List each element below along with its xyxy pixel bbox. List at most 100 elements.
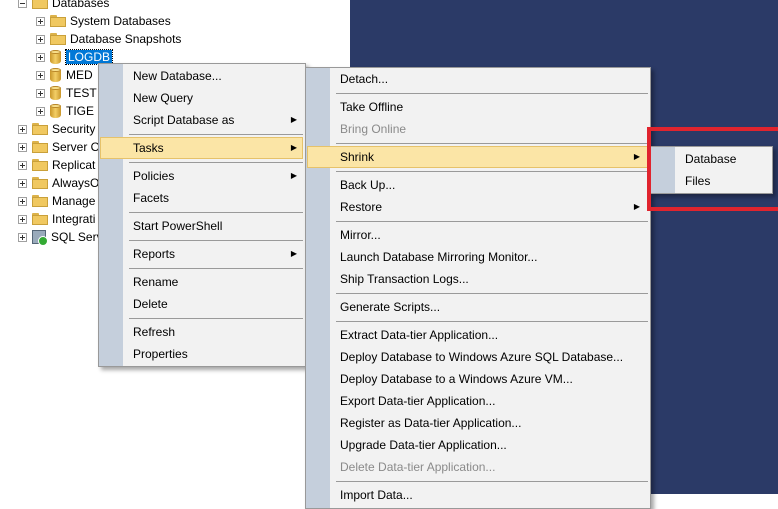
menu-item-register-data-tier[interactable]: Register as Data-tier Application... [340,412,521,434]
database-icon [50,68,61,82]
menu-item-extract-data-tier[interactable]: Extract Data-tier Application... [340,324,498,346]
menu-item-launch-mirroring-monitor[interactable]: Launch Database Mirroring Monitor... [340,246,537,268]
expand-icon[interactable] [36,16,45,26]
expand-icon[interactable] [18,124,27,134]
menu-item-delete-data-tier: Delete Data-tier Application... [340,460,496,474]
menu-separator [129,162,303,163]
tree-node-database-snapshots[interactable]: Database Snapshots [36,30,181,48]
tree-node-always-on[interactable]: AlwaysO [18,174,99,192]
tree-node-replication[interactable]: Replicat [18,156,95,174]
menu-item-label: Policies [133,169,175,183]
annotation-highlight-box [647,127,778,211]
menu-item-script-database-as[interactable]: Script Database as ▶ [133,109,297,131]
menu-item-detach[interactable]: Detach... [340,68,388,90]
menu-item-label: Script Database as [133,113,235,127]
expand-icon[interactable] [18,232,27,242]
tree-node-integration[interactable]: Integrati [18,210,95,228]
folder-icon [32,177,48,189]
expand-icon[interactable] [18,142,27,152]
selected-node-label: LOGDB [64,49,114,65]
expand-icon[interactable] [36,88,45,98]
folder-icon [32,123,48,135]
menu-item-deploy-azure-sql[interactable]: Deploy Database to Windows Azure SQL Dat… [340,346,623,368]
menu-item-export-data-tier[interactable]: Export Data-tier Application... [340,390,495,412]
menu-item-import-data[interactable]: Import Data... [340,484,413,506]
submenu-arrow-icon: ▶ [633,152,640,161]
menu-item-policies[interactable]: Policies ▶ [133,165,297,187]
menu-item-label: Reports [133,247,176,261]
menu-item-label: Shrink [340,150,375,164]
menu-item-upgrade-data-tier[interactable]: Upgrade Data-tier Application... [340,434,507,456]
folder-icon [32,195,48,207]
menu-item-back-up[interactable]: Back Up... [340,174,395,196]
menu-item-deploy-azure-vm[interactable]: Deploy Database to a Windows Azure VM... [340,368,573,390]
expand-icon[interactable] [18,160,27,170]
folder-icon [50,33,66,45]
expand-icon[interactable] [36,70,45,80]
tree-node-tige[interactable]: TIGE [36,102,94,120]
expand-icon[interactable] [36,34,45,44]
menu-item-new-database[interactable]: New Database... [133,65,222,87]
submenu-arrow-icon: ▶ [633,202,640,211]
menu-item-reports[interactable]: Reports ▶ [133,243,297,265]
tree-node-databases[interactable]: Databases [18,0,109,12]
menu-item-facets[interactable]: Facets [133,187,169,209]
database-icon [50,104,61,118]
tree-node-management[interactable]: Manage [18,192,95,210]
folder-icon [32,0,48,9]
menu-separator [336,321,648,322]
folder-icon [50,15,66,27]
menu-item-label: Tasks [133,141,164,155]
tree-node-med[interactable]: MED [36,66,93,84]
tasks-submenu: Detach... Take Offline Bring Online Shri… [305,67,651,509]
tree-node-server-objects[interactable]: Server O [18,138,100,156]
menu-item-restore[interactable]: Restore ▶ [340,196,640,218]
database-context-menu: New Database... New Query Script Databas… [98,63,306,367]
submenu-arrow-icon: ▶ [290,171,297,180]
folder-icon [32,213,48,225]
expand-icon[interactable] [18,178,27,188]
menu-item-shrink[interactable]: Shrink ▶ [340,146,640,168]
menu-item-take-offline[interactable]: Take Offline [340,96,403,118]
menu-item-refresh[interactable]: Refresh [133,321,175,343]
expand-icon[interactable] [36,106,45,116]
menu-gutter [306,68,330,508]
database-icon [50,50,61,64]
tree-node-security[interactable]: Security [18,120,95,138]
menu-item-delete[interactable]: Delete [133,293,168,315]
sql-agent-icon [32,230,48,246]
menu-separator [336,93,648,94]
menu-item-generate-scripts[interactable]: Generate Scripts... [340,296,440,318]
menu-separator [336,143,648,144]
submenu-arrow-icon: ▶ [290,249,297,258]
tree-node-system-databases[interactable]: System Databases [36,12,171,30]
collapse-icon[interactable] [18,0,27,8]
menu-item-start-powershell[interactable]: Start PowerShell [133,215,222,237]
menu-item-label: Restore [340,200,383,214]
menu-item-bring-online: Bring Online [340,122,407,136]
menu-item-mirror[interactable]: Mirror... [340,224,381,246]
menu-item-properties[interactable]: Properties [133,343,188,365]
menu-gutter [99,64,123,366]
menu-item-new-query[interactable]: New Query [133,87,193,109]
menu-separator [129,212,303,213]
tree-node-sql-server-agent[interactable]: SQL Serv [18,228,103,246]
menu-separator [336,293,648,294]
tree-node-test[interactable]: TEST [36,84,97,102]
expand-icon[interactable] [18,214,27,224]
submenu-arrow-icon: ▶ [290,143,297,152]
folder-icon [32,141,48,153]
expand-icon[interactable] [36,52,45,62]
menu-item-ship-transaction-logs[interactable]: Ship Transaction Logs... [340,268,469,290]
folder-icon [32,159,48,171]
menu-separator [336,171,648,172]
menu-item-tasks[interactable]: Tasks ▶ [133,137,297,159]
menu-separator [336,221,648,222]
menu-separator [129,318,303,319]
menu-separator [129,268,303,269]
menu-item-rename[interactable]: Rename [133,271,178,293]
menu-separator [129,240,303,241]
expand-icon[interactable] [18,196,27,206]
menu-separator [129,134,303,135]
menu-separator [336,481,648,482]
